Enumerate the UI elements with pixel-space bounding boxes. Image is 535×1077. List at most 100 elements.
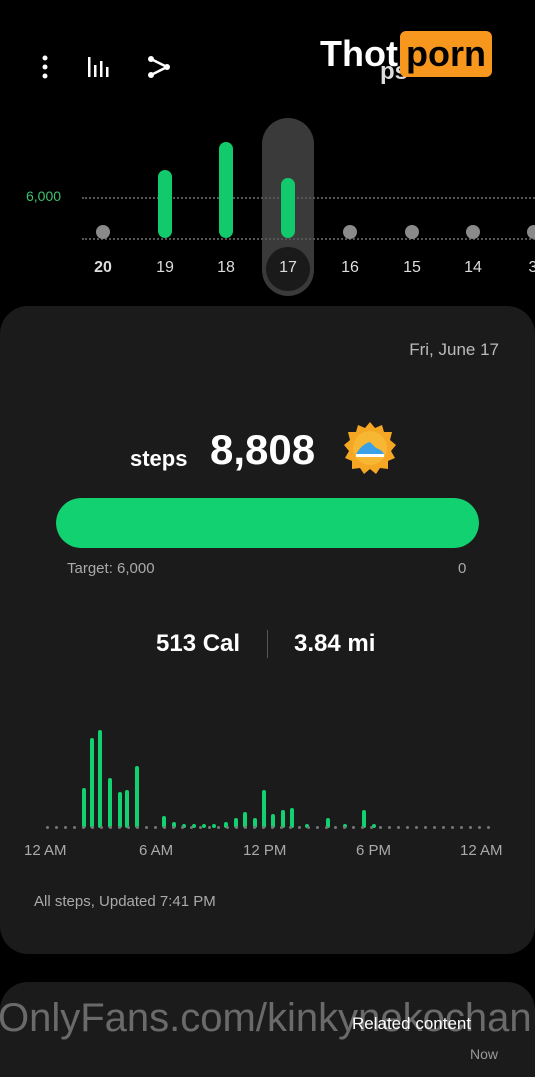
day-dot-16[interactable] [343, 225, 357, 239]
day-label: 14 [464, 259, 482, 276]
hourly-baseline-dot [181, 826, 184, 829]
watermark-logo-part1: Thot [320, 33, 398, 74]
hourly-baseline-dot [208, 826, 211, 829]
hourly-baseline-dot [433, 826, 436, 829]
hourly-baseline-dot [73, 826, 76, 829]
hourly-baseline-dot [190, 826, 193, 829]
hourly-baseline-dot [298, 826, 301, 829]
time-label: 12 AM [24, 842, 67, 859]
day-label: 18 [217, 259, 235, 276]
day-dot-20[interactable] [96, 225, 110, 239]
time-label: 6 AM [139, 842, 174, 859]
hourly-baseline-dot [253, 826, 256, 829]
share-icon[interactable] [143, 52, 175, 82]
shoe-badge-icon [344, 422, 396, 474]
hourly-baseline-dot [442, 826, 445, 829]
day-label: 15 [403, 259, 421, 276]
hourly-baseline-dot [460, 826, 463, 829]
hourly-baseline-dot [424, 826, 427, 829]
watermark-logo: Thot porn [320, 30, 492, 78]
time-label: 12 PM [243, 842, 287, 859]
hourly-baseline-dot [343, 826, 346, 829]
day-label: 16 [341, 259, 359, 276]
hourly-baseline-dot [154, 826, 157, 829]
distance-value: 3.84 mi [294, 630, 376, 657]
hourly-baseline-dot [91, 826, 94, 829]
hourly-baseline-dot [163, 826, 166, 829]
hourly-bar [202, 824, 206, 828]
hourly-baseline-dot [469, 826, 472, 829]
hourly-baseline-dot [145, 826, 148, 829]
hourly-baseline-dot [226, 826, 229, 829]
time-label: 6 PM [356, 842, 392, 859]
hourly-baseline-dot [271, 826, 274, 829]
hourly-baseline-dot [361, 826, 364, 829]
day-bar-19[interactable] [158, 170, 172, 238]
hourly-baseline-dot [109, 826, 112, 829]
stat-divider [267, 630, 268, 658]
progress-min-label: 0 [458, 560, 467, 577]
hourly-baseline-dot [478, 826, 481, 829]
hourly-baseline-dot [316, 826, 319, 829]
hourly-bar [125, 790, 129, 828]
hourly-bar [90, 738, 94, 828]
hourly-baseline-dot [262, 826, 265, 829]
hourly-baseline-dot [280, 826, 283, 829]
hourly-bar [108, 778, 112, 828]
updated-note: All steps, Updated 7:41 PM [34, 893, 216, 910]
hourly-bar [118, 792, 122, 828]
hourly-baseline-dot [487, 826, 490, 829]
steps-progress-bar [56, 498, 479, 548]
watermark-logo-part2: porn [399, 31, 492, 77]
hourly-bar [135, 766, 139, 828]
steps-unit: steps [130, 446, 188, 471]
day-dot-13[interactable] [527, 225, 535, 239]
hourly-baseline-dot [244, 826, 247, 829]
calories-value: 513 Cal [156, 630, 241, 657]
goal-label: 6,000 [26, 188, 62, 204]
hourly-baseline-dot [118, 826, 121, 829]
more-vertical-icon[interactable] [29, 52, 61, 82]
hourly-baseline-dot [172, 826, 175, 829]
day-label: 19 [156, 259, 174, 276]
target-label: Target: 6,000 [67, 560, 155, 577]
hourly-baseline-dot [415, 826, 418, 829]
hourly-bar [290, 808, 294, 828]
hourly-baseline-dot [325, 826, 328, 829]
steps-value: 8,808 [210, 426, 316, 473]
steps-progress-fill [56, 498, 479, 548]
goal-line [82, 197, 535, 199]
hourly-baseline-dot [334, 826, 337, 829]
date-label: Fri, June 17 [409, 340, 499, 359]
hourly-baseline-dot [100, 826, 103, 829]
hourly-baseline-dot [307, 826, 310, 829]
day-label: 3 [528, 259, 535, 276]
hourly-bar [98, 730, 102, 828]
hourly-baseline-dot [397, 826, 400, 829]
hourly-baseline-dot [379, 826, 382, 829]
day-label: 17 [279, 259, 297, 276]
related-content-subtitle: Now [470, 1046, 499, 1062]
day-dot-14[interactable] [466, 225, 480, 239]
hourly-baseline-dot [136, 826, 139, 829]
hourly-baseline-dot [352, 826, 355, 829]
day-dot-15[interactable] [405, 225, 419, 239]
day-bar-17[interactable] [281, 178, 295, 238]
day-label: 20 [94, 259, 112, 276]
day-bar-18[interactable] [219, 142, 233, 238]
hourly-baseline-dot [370, 826, 373, 829]
hourly-baseline-dot [55, 826, 58, 829]
hourly-baseline-dot [289, 826, 292, 829]
hourly-baseline-dot [235, 826, 238, 829]
hourly-baseline-dot [451, 826, 454, 829]
hourly-baseline-dot [388, 826, 391, 829]
baseline [82, 238, 535, 240]
hourly-baseline-dot [64, 826, 67, 829]
hourly-bar [82, 788, 86, 828]
hourly-bar [262, 790, 266, 828]
hourly-baseline-dot [127, 826, 130, 829]
time-label: 12 AM [460, 842, 503, 859]
hourly-bar [212, 824, 216, 828]
bar-chart-icon[interactable] [83, 52, 115, 82]
hourly-baseline-dot [217, 826, 220, 829]
